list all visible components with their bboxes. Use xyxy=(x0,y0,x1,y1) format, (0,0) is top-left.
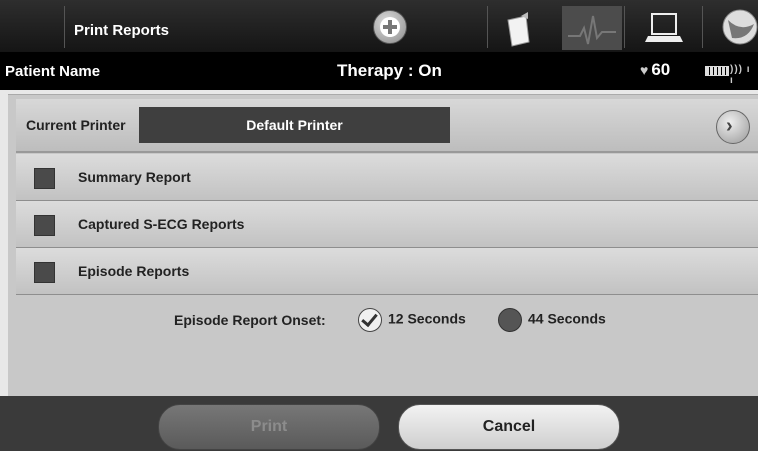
monitor-icon[interactable] xyxy=(638,6,698,50)
printer-next-button[interactable]: › xyxy=(716,110,750,144)
print-panel: Current Printer Default Printer › Summar… xyxy=(8,94,758,397)
report-row-episode[interactable]: Episode Reports xyxy=(16,248,758,295)
report-row-summary[interactable]: Summary Report xyxy=(16,154,758,201)
add-icon[interactable] xyxy=(373,10,407,44)
report-label: Episode Reports xyxy=(78,263,190,279)
printer-row: Current Printer Default Printer › xyxy=(16,99,758,153)
printer-field[interactable]: Default Printer xyxy=(139,107,450,143)
divider xyxy=(702,6,703,48)
report-label: Summary Report xyxy=(78,169,191,185)
therapy-status: Therapy : On xyxy=(337,61,442,80)
printer-label: Current Printer xyxy=(26,117,126,133)
cancel-button[interactable]: Cancel xyxy=(398,404,620,450)
battery-icon xyxy=(705,66,729,76)
heart-icon: ♥ xyxy=(640,62,649,78)
report-label: Captured S-ECG Reports xyxy=(78,216,245,232)
divider xyxy=(64,6,65,48)
onset-option-44s[interactable]: 44 Seconds xyxy=(498,308,606,332)
onset-option-12s[interactable]: 12 Seconds xyxy=(358,308,466,332)
signal-icon: ))) ı ı xyxy=(730,64,751,86)
option-label: 44 Seconds xyxy=(528,310,606,327)
option-label: 12 Seconds xyxy=(388,310,466,327)
summary-report-checkbox[interactable] xyxy=(34,168,55,189)
heart-rate: ♥ 60 xyxy=(640,60,670,80)
s-ecg-report-checkbox[interactable] xyxy=(34,215,55,236)
patient-name: Patient Name xyxy=(5,63,101,80)
clipboard-icon[interactable] xyxy=(488,6,548,50)
heart-rate-value: 60 xyxy=(651,60,671,79)
sphere-icon[interactable] xyxy=(718,6,758,50)
page-title: Print Reports xyxy=(74,22,170,39)
bottom-bar: Print Cancel xyxy=(0,396,758,451)
divider xyxy=(624,6,625,48)
report-row-s-ecg[interactable]: Captured S-ECG Reports xyxy=(16,201,758,248)
episode-report-checkbox[interactable] xyxy=(34,262,55,283)
chevron-right-icon: › xyxy=(726,115,733,137)
top-bar: Print Reports xyxy=(0,0,758,52)
patient-bar: Patient Name Therapy : On ♥ 60 ))) ı ı xyxy=(0,52,758,90)
ecg-icon[interactable] xyxy=(562,6,622,50)
print-button[interactable]: Print xyxy=(158,404,380,450)
radio-circle-icon xyxy=(498,308,522,332)
onset-label: Episode Report Onset: xyxy=(174,312,326,328)
check-circle-icon xyxy=(358,308,382,332)
